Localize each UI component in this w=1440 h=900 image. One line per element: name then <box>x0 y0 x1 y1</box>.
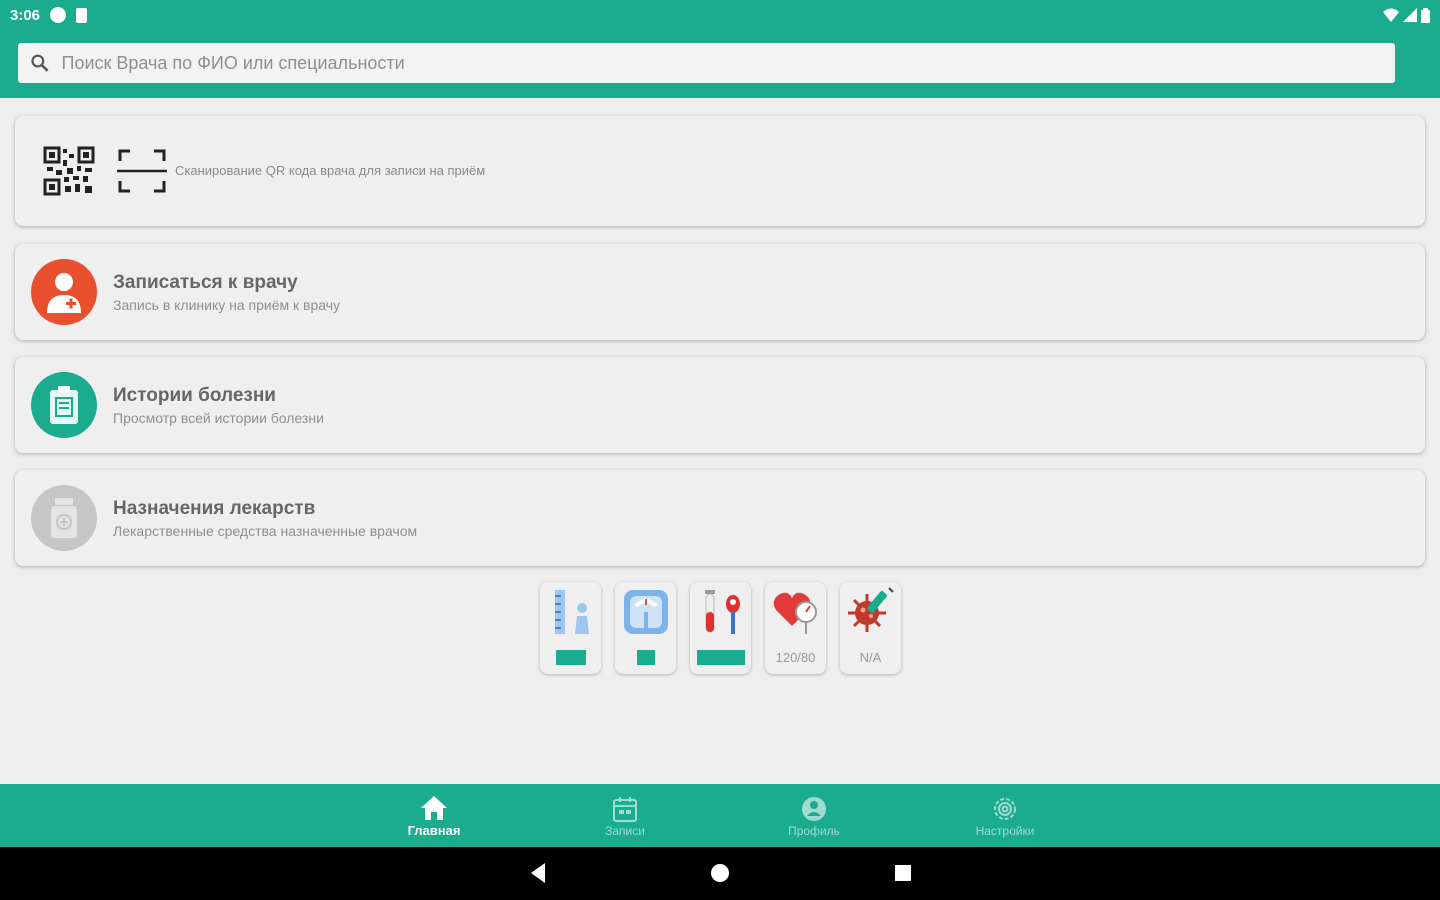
menu-item-title: Истории болезни <box>113 384 276 406</box>
blood-test-icon <box>704 590 740 634</box>
status-time: 3:06 <box>10 6 41 24</box>
signal-icon <box>1403 8 1417 22</box>
menu-item-book-doctor[interactable]: Записаться к врачу Запись в клинику на п… <box>15 244 1425 340</box>
calendar-icon <box>613 796 637 822</box>
nav-records-label: Записи <box>605 823 645 838</box>
clipboard-icon <box>31 372 97 438</box>
scale-icon <box>623 590 668 634</box>
metric-blood-pressure-value: 120/80 <box>775 650 816 665</box>
home-button-icon[interactable] <box>709 861 731 885</box>
nav-records[interactable]: Записи <box>565 784 685 847</box>
menu-item-medical-history[interactable]: Истории болезни Просмотр всей истории бо… <box>15 357 1425 453</box>
metric-height-value <box>555 650 586 665</box>
nav-profile-label: Профиль <box>788 823 840 838</box>
search-icon <box>31 54 49 72</box>
metric-blood-pressure[interactable]: 120/80 <box>765 582 826 674</box>
system-navigation-bar <box>0 847 1440 900</box>
search-bar[interactable] <box>18 43 1395 83</box>
blood-pressure-icon <box>773 592 817 634</box>
doctor-icon <box>31 259 97 325</box>
menu-item-prescriptions[interactable]: Назначения лекарств Лекарственные средст… <box>15 470 1425 566</box>
virus-icon <box>847 587 894 632</box>
sim-card-icon <box>76 7 88 23</box>
metric-blood-test[interactable] <box>690 582 751 674</box>
menu-item-subtitle: Просмотр всей истории болезни <box>113 409 324 426</box>
menu-item-subtitle: Запись в клинику на приём к врачу <box>113 296 341 313</box>
height-icon <box>554 590 589 634</box>
notification-icon <box>50 7 67 23</box>
metric-weight-value <box>636 650 655 665</box>
nav-home-label: Главная <box>407 823 461 838</box>
qr-scan-card[interactable]: Сканирование QR кода врача для записи на… <box>15 116 1425 226</box>
bottom-navigation: Главная Записи Профиль Настройки <box>0 784 1440 847</box>
metric-blood-test-value <box>696 650 745 665</box>
metric-virus-value: N/A <box>859 650 882 665</box>
status-bar: 3:06 <box>0 0 1440 30</box>
medicine-bottle-icon <box>31 485 97 551</box>
menu-item-title: Назначения лекарств <box>113 497 316 519</box>
nav-settings-label: Настройки <box>975 823 1035 838</box>
health-metrics: 120/80 N/A <box>540 582 901 674</box>
qr-scan-text: Сканирование QR кода врача для записи на… <box>175 163 486 178</box>
qr-code-icon <box>43 146 95 196</box>
home-icon <box>421 796 447 820</box>
metric-height[interactable] <box>540 582 601 674</box>
settings-icon <box>994 797 1016 820</box>
search-input[interactable] <box>61 52 1395 74</box>
menu-item-subtitle: Лекарственные средства назначенные врачо… <box>113 522 418 539</box>
recents-icon[interactable] <box>892 861 914 885</box>
header <box>0 30 1440 98</box>
metric-virus[interactable]: N/A <box>840 582 901 674</box>
metric-weight[interactable] <box>615 582 676 674</box>
wifi-icon <box>1383 8 1399 22</box>
battery-icon <box>1421 7 1430 23</box>
menu-item-title: Записаться к врачу <box>113 271 298 293</box>
nav-home[interactable]: Главная <box>374 784 494 847</box>
nav-profile[interactable]: Профиль <box>754 784 874 847</box>
nav-settings[interactable]: Настройки <box>945 784 1065 847</box>
scan-frame-icon <box>117 149 167 193</box>
back-icon[interactable] <box>527 861 549 885</box>
profile-icon <box>802 796 826 821</box>
